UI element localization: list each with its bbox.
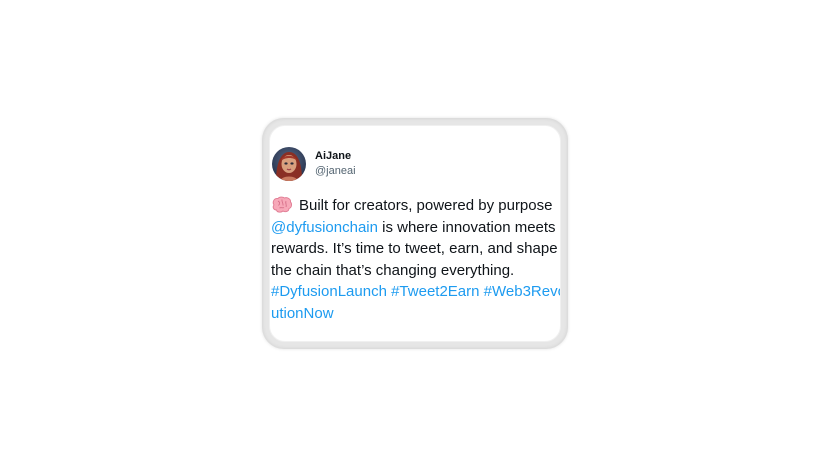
handle[interactable]: @janeai — [315, 164, 356, 179]
author-names: AiJane @janeai — [315, 149, 356, 179]
tweet-line-2: @dyfusionchain is where innovation meets — [271, 217, 560, 239]
tweet-line-5: #DyfusionLaunch #Tweet2Earn #Web3Revol — [271, 281, 560, 303]
tweet-line-2-text: is where innovation meets — [377, 218, 556, 236]
tweet: AiJane @janeai Built for creators, power… — [271, 144, 560, 325]
mention-link[interactable]: @dyfusionchain — [271, 219, 378, 236]
tweet-line-1: Built for creators, powered by purpose — [271, 195, 560, 217]
display-name[interactable]: AiJane — [315, 149, 356, 164]
tweet-text: Built for creators, powered by purpose @… — [271, 195, 560, 325]
tweet-card: AiJane @janeai Built for creators, power… — [269, 125, 561, 342]
avatar-image — [272, 147, 306, 181]
tweet-header: AiJane @janeai — [271, 144, 558, 184]
tweet-line-4: the chain that’s changing everything. — [271, 261, 515, 279]
hashtag-dyfusionlaunch[interactable]: #DyfusionLaunch — [271, 283, 387, 300]
hashtag-web3revolutionnow-cont[interactable]: utionNow — [271, 305, 334, 322]
canvas: AiJane @janeai Built for creators, power… — [0, 0, 828, 466]
tweet-line-3: rewards. It’s time to tweet, earn, and s… — [271, 240, 558, 257]
hashtag-web3revolutionnow[interactable]: #Web3Revol — [484, 283, 560, 300]
hashtag-tweet2earn[interactable]: #Tweet2Earn — [391, 283, 479, 300]
rounded-frame: AiJane @janeai Built for creators, power… — [262, 118, 568, 349]
tweet-line-1-text: Built for creators, powered by purpose — [299, 197, 553, 214]
tweet-line-6: utionNow — [271, 303, 560, 325]
avatar[interactable] — [272, 147, 306, 181]
